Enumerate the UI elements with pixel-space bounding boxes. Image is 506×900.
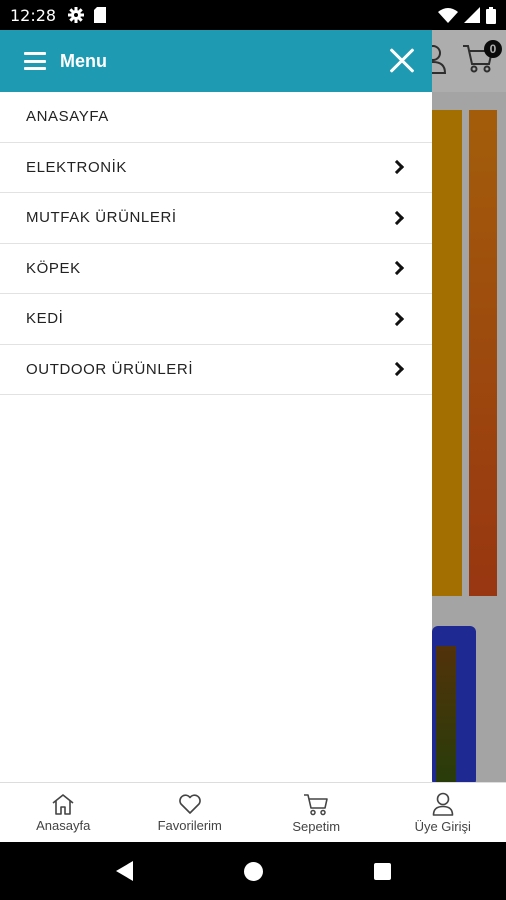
menu-item-label: MUTFAK ÜRÜNLERİ [26,209,177,227]
chevron-right-icon [389,261,405,276]
status-time: 12:28 [10,5,57,25]
nav-label: Anasayfa [36,817,91,833]
menu-item-label: ELEKTRONİK [26,158,128,176]
nav-item-uye-girisi[interactable]: Üye Girişi [380,783,506,842]
menu-item-label: KEDİ [26,310,64,328]
chevron-right-icon [389,362,405,377]
chevron-right-icon [389,160,405,175]
home-icon [52,793,74,815]
nav-item-sepetim[interactable]: Sepetim [253,783,380,842]
nav-label: Üye Girişi [414,818,471,834]
nav-item-anasayfa[interactable]: Anasayfa [0,783,127,842]
close-icon[interactable] [388,47,416,75]
menu-item-outdoor-urunleri[interactable]: OUTDOOR ÜRÜNLERİ [0,345,432,395]
home-button-icon[interactable] [243,861,263,881]
drawer-title: Menu [60,50,107,71]
menu-item-kedi[interactable]: KEDİ [0,294,432,345]
chevron-right-icon [389,210,405,225]
cart-icon [304,793,329,815]
menu-list: ANASAYFA ELEKTRONİK MUTFAK ÜRÜNLERİ KÖPE… [0,92,432,395]
status-bar: 12:28 [0,0,506,30]
hamburger-icon[interactable] [24,52,46,70]
menu-item-anasayfa[interactable]: ANASAYFA [0,92,432,143]
system-navigation-bar [0,842,506,900]
nav-item-favorilerim[interactable]: Favorilerim [127,783,254,842]
bottom-navigation: Anasayfa Favorilerim Sepetim Üye Girişi [0,782,506,842]
navigation-drawer: Menu ANASAYFA ELEKTRONİK MUTFAK ÜRÜNLERİ… [0,30,432,782]
heart-icon [178,793,201,814]
user-icon [432,792,454,816]
menu-item-label: ANASAYFA [26,108,109,126]
nav-label: Favorilerim [157,817,222,833]
battery-icon [486,6,496,24]
nav-label: Sepetim [292,818,341,834]
wifi-icon [438,8,458,23]
menu-item-label: OUTDOOR ÜRÜNLERİ [26,360,194,378]
menu-item-label: KÖPEK [26,259,81,277]
recent-apps-icon[interactable] [373,862,391,880]
menu-item-kopek[interactable]: KÖPEK [0,244,432,294]
drawer-header: Menu [0,30,432,92]
menu-item-mutfak-urunleri[interactable]: MUTFAK ÜRÜNLERİ [0,193,432,244]
menu-item-elektronik[interactable]: ELEKTRONİK [0,143,432,193]
settings-icon [68,7,85,23]
sd-card-icon [94,7,107,23]
back-icon[interactable] [115,861,133,881]
signal-icon [464,7,480,23]
chevron-right-icon [389,311,405,326]
